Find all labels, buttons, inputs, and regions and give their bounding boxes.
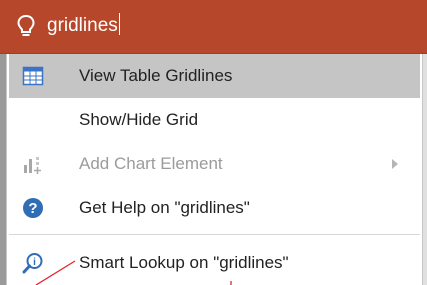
menu-item-label: Add Chart Element: [79, 154, 223, 173]
menu-separator: [9, 234, 420, 235]
smart-lookup-icon: i: [22, 252, 44, 274]
menu-item-get-help[interactable]: ? Get Help on "gridlines": [9, 186, 420, 230]
svg-text:?: ?: [28, 200, 37, 217]
menu-item-view-table-gridlines[interactable]: View Table Gridlines: [9, 54, 420, 98]
table-gridlines-icon: [22, 65, 44, 87]
search-query-text: gridlines: [47, 15, 118, 36]
submenu-arrow-icon: [392, 159, 398, 169]
menu-item-label: Smart Lookup on "gridlines": [79, 253, 289, 272]
tell-me-results-menu: View Table Gridlines Show/Hide Grid Add …: [6, 54, 423, 285]
menu-item-show-hide-grid[interactable]: Show/Hide Grid: [9, 98, 420, 142]
menu-item-label: Get Help on "gridlines": [79, 198, 250, 217]
add-chart-element-icon: [22, 153, 44, 175]
lightbulb-icon: [16, 14, 36, 38]
search-input[interactable]: gridlines: [47, 11, 120, 41]
menu-item-label: Show/Hide Grid: [79, 110, 199, 129]
menu-item-label: View Table Gridlines: [79, 66, 233, 85]
text-caret: [118, 13, 120, 35]
tell-me-search-bar[interactable]: gridlines: [0, 0, 427, 54]
tell-me-window: gridlines View Table Gridlines Show/Hide…: [0, 0, 427, 285]
menu-item-smart-lookup[interactable]: i Smart Lookup on "gridlines": [9, 241, 420, 285]
help-icon: ?: [22, 197, 44, 219]
menu-item-add-chart-element: Add Chart Element: [9, 142, 420, 186]
svg-text:i: i: [33, 257, 36, 268]
